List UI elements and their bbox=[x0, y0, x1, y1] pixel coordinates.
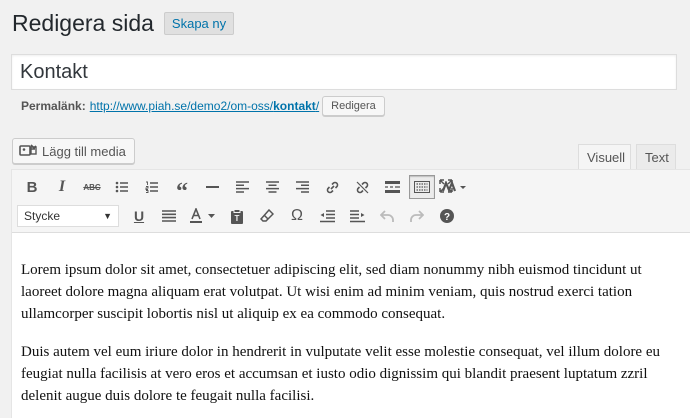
redo-icon[interactable] bbox=[402, 202, 432, 230]
media-icon bbox=[19, 143, 42, 160]
page-title: Redigera sida bbox=[12, 10, 154, 36]
paste-text-icon[interactable]: T bbox=[222, 202, 252, 230]
editor-toolbar: B I ABC “ Stycke ▼ U T Ω ? bbox=[12, 170, 690, 233]
permalink-link[interactable]: http://www.piah.se/demo2/om-oss/kontakt/ bbox=[90, 99, 319, 113]
fullscreen-icon[interactable] bbox=[439, 179, 453, 198]
outdent-icon[interactable] bbox=[312, 202, 342, 230]
format-select[interactable]: Stycke ▼ bbox=[17, 205, 119, 227]
link-icon[interactable] bbox=[317, 173, 347, 201]
permalink-row: Permalänk: http://www.piah.se/demo2/om-o… bbox=[21, 96, 385, 116]
tab-text[interactable]: Text bbox=[636, 144, 676, 170]
permalink-url-trail: / bbox=[315, 99, 320, 113]
horizontal-rule-icon[interactable] bbox=[197, 173, 227, 201]
add-media-button[interactable]: Lägg till media bbox=[12, 138, 135, 164]
add-media-label: Lägg till media bbox=[42, 143, 126, 159]
underline-icon[interactable]: U bbox=[124, 202, 154, 230]
editor-content[interactable]: Lorem ipsum dolor sit amet, consectetuer… bbox=[12, 233, 677, 407]
numbered-list-icon[interactable] bbox=[137, 173, 167, 201]
undo-icon[interactable] bbox=[372, 202, 402, 230]
add-new-button[interactable]: Skapa ny bbox=[163, 12, 235, 35]
title-input[interactable] bbox=[11, 54, 677, 90]
justify-icon[interactable] bbox=[154, 202, 184, 230]
toolbar-row-2: Stycke ▼ U T Ω ? bbox=[17, 202, 462, 230]
svg-text:?: ? bbox=[444, 212, 450, 223]
italic-icon[interactable]: I bbox=[47, 173, 77, 201]
format-select-value: Stycke bbox=[24, 209, 61, 223]
align-center-icon[interactable] bbox=[257, 173, 287, 201]
read-more-icon[interactable] bbox=[377, 173, 407, 201]
tab-visual[interactable]: Visuell bbox=[578, 144, 631, 171]
indent-icon[interactable] bbox=[342, 202, 372, 230]
content-paragraph: Duis autem vel eum iriure dolor in hendr… bbox=[21, 344, 661, 404]
blockquote-icon[interactable]: “ bbox=[167, 173, 197, 205]
toolbar-toggle-icon[interactable] bbox=[409, 175, 435, 199]
permalink-label: Permalänk: bbox=[21, 99, 86, 113]
permalink-slug: kontakt bbox=[273, 99, 316, 113]
permalink-url-base: http://www.piah.se/demo2/om-oss/ bbox=[89, 99, 274, 113]
text-color-icon[interactable] bbox=[184, 202, 222, 230]
align-left-icon[interactable] bbox=[227, 173, 257, 201]
chevron-down-icon: ▼ bbox=[103, 211, 112, 221]
align-right-icon[interactable] bbox=[287, 173, 317, 201]
help-icon[interactable]: ? bbox=[432, 202, 462, 230]
unlink-icon[interactable] bbox=[347, 173, 377, 201]
clear-formatting-icon[interactable] bbox=[252, 202, 282, 230]
bold-icon[interactable]: B bbox=[17, 173, 47, 201]
page-header: Redigera sida Skapa ny bbox=[12, 10, 235, 37]
bullet-list-icon[interactable] bbox=[107, 173, 137, 201]
svg-text:T: T bbox=[235, 214, 240, 223]
toolbar-row-1: B I ABC “ bbox=[17, 173, 473, 205]
special-character-icon[interactable]: Ω bbox=[282, 202, 312, 230]
editor: B I ABC “ Stycke ▼ U T Ω ? Lorem ipsum d… bbox=[11, 169, 690, 418]
strikethrough-icon[interactable]: ABC bbox=[77, 173, 107, 201]
content-paragraph: Lorem ipsum dolor sit amet, consectetuer… bbox=[21, 262, 642, 322]
edit-slug-button[interactable]: Redigera bbox=[322, 96, 385, 116]
